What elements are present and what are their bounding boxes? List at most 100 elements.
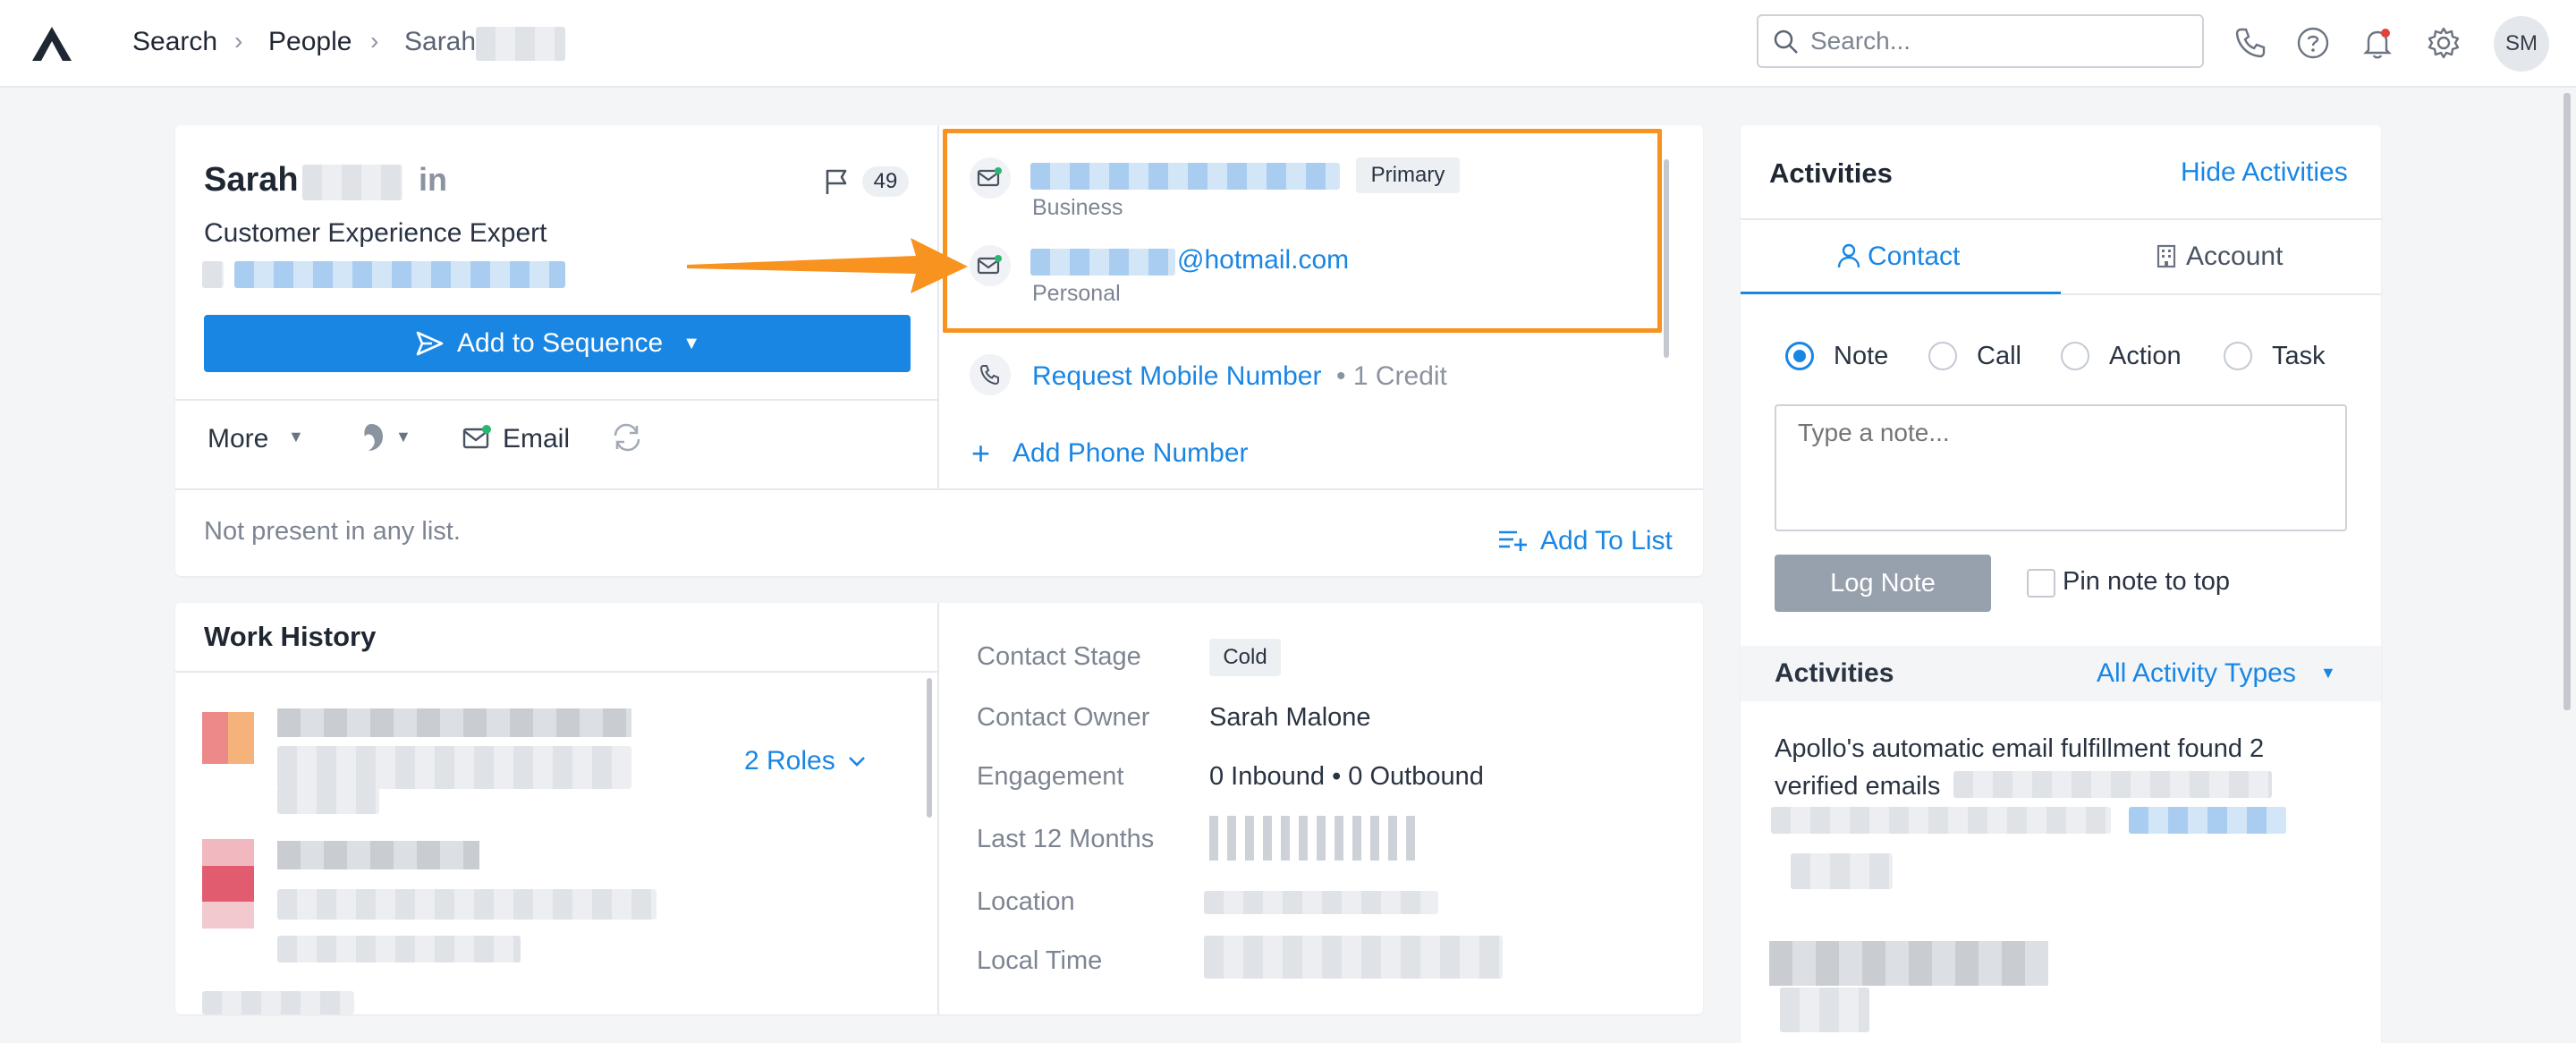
divider: [937, 603, 939, 1014]
redacted-email: [1953, 771, 2272, 798]
plus-icon[interactable]: +: [971, 435, 990, 472]
settings-gear-icon[interactable]: [2426, 25, 2462, 61]
contact-owner-value[interactable]: Sarah Malone: [1209, 703, 1371, 733]
list-status-text: Not present in any list.: [204, 517, 461, 546]
redacted-dates: [277, 787, 379, 814]
redacted-company-name: [277, 708, 631, 737]
redacted-link[interactable]: [2129, 807, 2286, 834]
contact-title: Customer Experience Expert: [204, 218, 547, 248]
global-search[interactable]: [1757, 14, 2204, 68]
contact-owner-label: Contact Owner: [977, 703, 1150, 732]
mobile-phone-icon: [970, 354, 1011, 395]
pin-note-checkbox[interactable]: [2027, 569, 2055, 598]
local-time-label: Local Time: [977, 946, 1103, 975]
redacted-local-time: [1204, 936, 1503, 979]
add-to-list-button[interactable]: Add To List: [1540, 526, 1673, 556]
annotation-arrow-icon: [687, 238, 968, 293]
divider: [175, 399, 937, 401]
user-avatar[interactable]: SM: [2494, 16, 2549, 72]
call-radio-label[interactable]: Call: [1977, 342, 2021, 371]
refresh-icon[interactable]: [610, 420, 644, 454]
work-history-scrollbar[interactable]: [927, 678, 932, 818]
send-icon: [416, 331, 444, 356]
log-note-button[interactable]: Log Note: [1775, 555, 1991, 612]
work-history-title: Work History: [204, 621, 377, 652]
contact-info-scrollbar[interactable]: [1664, 159, 1669, 358]
search-input[interactable]: [1810, 25, 2186, 57]
add-to-sequence-button[interactable]: Add to Sequence ▼: [204, 315, 911, 372]
chevron-right-icon: ›: [370, 27, 379, 55]
redacted-role: [277, 746, 631, 789]
more-menu-label[interactable]: More: [208, 424, 268, 454]
credit-cost-text: • 1 Credit: [1336, 361, 1447, 391]
help-icon[interactable]: [2295, 25, 2331, 61]
redacted-company-link[interactable]: [234, 261, 565, 288]
activities-feed-title: Activities: [1775, 658, 1894, 688]
action-radio[interactable]: [2061, 342, 2089, 370]
redacted-company-name: [202, 991, 354, 1014]
note-radio[interactable]: [1785, 342, 1814, 370]
divider: [2061, 293, 2381, 295]
redacted-email: [1771, 807, 2111, 834]
building-icon: [2157, 244, 2176, 268]
divider: [175, 488, 1703, 490]
hide-activities-button[interactable]: Hide Activities: [2181, 157, 2348, 188]
redacted-location: [1204, 891, 1438, 914]
redacted-surname: [302, 165, 402, 200]
engagement-value: 0 Inbound • 0 Outbound: [1209, 762, 1484, 791]
email-highlight-box: [943, 129, 1662, 333]
caret-down-icon[interactable]: ▼: [395, 428, 411, 446]
redacted-text: [1791, 853, 1893, 889]
breadcrumb-search[interactable]: Search: [132, 27, 217, 57]
engagement-label: Engagement: [977, 762, 1124, 791]
location-label: Location: [977, 887, 1075, 916]
activities-title: Activities: [1769, 157, 1893, 189]
roles-toggle[interactable]: 2 Roles: [744, 746, 835, 776]
divider: [937, 125, 939, 488]
add-phone-number-button[interactable]: Add Phone Number: [1013, 438, 1249, 469]
divider: [175, 671, 937, 673]
company-logo: [202, 712, 254, 764]
contact-stage-label: Contact Stage: [977, 642, 1141, 671]
redacted-role: [277, 889, 657, 920]
request-mobile-number-link[interactable]: Request Mobile Number: [1032, 361, 1321, 392]
redacted-surname: [476, 27, 565, 61]
last-12-months-label: Last 12 Months: [977, 825, 1155, 853]
task-radio[interactable]: [2224, 342, 2252, 370]
page-scrollbar[interactable]: [2563, 93, 2571, 710]
note-radio-label[interactable]: Note: [1834, 342, 1888, 371]
task-radio-label[interactable]: Task: [2272, 342, 2326, 371]
action-radio-label[interactable]: Action: [2109, 342, 2182, 371]
phone-icon: [979, 365, 999, 386]
tab-account[interactable]: Account: [2186, 242, 2283, 272]
tab-contact[interactable]: Contact: [1868, 242, 1960, 272]
add-to-list-icon[interactable]: [1497, 528, 1528, 553]
redacted-dates: [277, 936, 521, 962]
divider: [1741, 218, 2381, 220]
tab-active-indicator: [1741, 292, 2061, 294]
call-radio[interactable]: [1928, 342, 1957, 370]
notification-bell-icon[interactable]: [2360, 25, 2395, 61]
redacted-activity: [1769, 941, 2048, 986]
email-action-label[interactable]: Email: [503, 424, 570, 454]
contact-stage-value[interactable]: Cold: [1209, 639, 1281, 676]
caret-down-icon[interactable]: ▼: [682, 334, 700, 354]
breadcrumb-people[interactable]: People: [268, 27, 352, 57]
flag-icon[interactable]: [821, 166, 852, 197]
activity-type-filter[interactable]: All Activity Types: [2097, 658, 2296, 689]
apollo-logo-icon[interactable]: [30, 25, 73, 63]
email-verified-icon[interactable]: [462, 422, 492, 453]
linkedin-icon[interactable]: in: [419, 161, 447, 199]
chevron-down-icon[interactable]: [846, 751, 868, 771]
person-icon: [1837, 243, 1860, 268]
note-textarea[interactable]: [1775, 404, 2347, 531]
engagement-sparkline: [1209, 816, 1419, 861]
phone-icon[interactable]: [2233, 25, 2268, 61]
redacted-activity: [1780, 988, 1869, 1032]
breadcrumb-person: Sarah: [404, 27, 477, 56]
contact-name: Sarah: [204, 161, 299, 199]
caret-down-icon[interactable]: ▼: [2320, 664, 2336, 683]
pin-note-label[interactable]: Pin note to top: [2063, 567, 2230, 597]
caret-down-icon[interactable]: ▼: [288, 428, 304, 446]
salesforce-sync-icon[interactable]: [354, 420, 388, 454]
